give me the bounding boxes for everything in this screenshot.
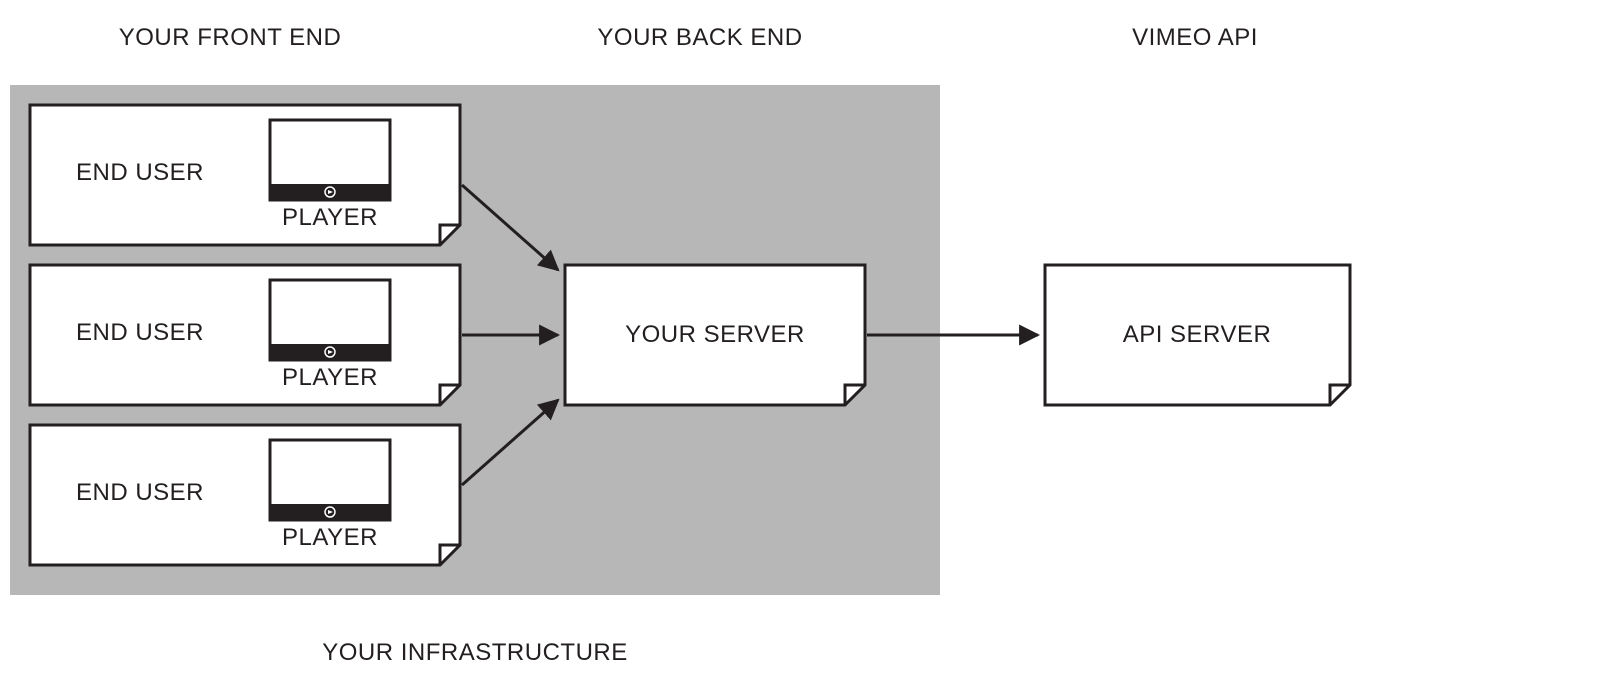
heading-api: VIMEO API (1132, 24, 1258, 51)
end-user-label: END USER (76, 159, 204, 186)
player-label: PLAYER (282, 204, 378, 231)
player-icon (270, 120, 390, 200)
frontend-card: END USER PLAYER (30, 265, 460, 405)
server-card: YOUR SERVER (565, 265, 865, 405)
architecture-diagram: YOUR FRONT END YOUR BACK END VIMEO API E… (0, 0, 1600, 700)
frontend-card: END USER PLAYER (30, 425, 460, 565)
infrastructure-caption: YOUR INFRASTRUCTURE (322, 639, 628, 666)
api-label: API SERVER (1123, 321, 1272, 348)
end-user-label: END USER (76, 319, 204, 346)
heading-frontend: YOUR FRONT END (119, 24, 342, 51)
player-label: PLAYER (282, 364, 378, 391)
player-icon (270, 280, 390, 360)
heading-backend: YOUR BACK END (597, 24, 802, 51)
player-label: PLAYER (282, 524, 378, 551)
player-icon (270, 440, 390, 520)
server-label: YOUR SERVER (625, 321, 805, 348)
api-card: API SERVER (1045, 265, 1350, 405)
frontend-card: END USER PLAYER (30, 105, 460, 245)
end-user-label: END USER (76, 479, 204, 506)
